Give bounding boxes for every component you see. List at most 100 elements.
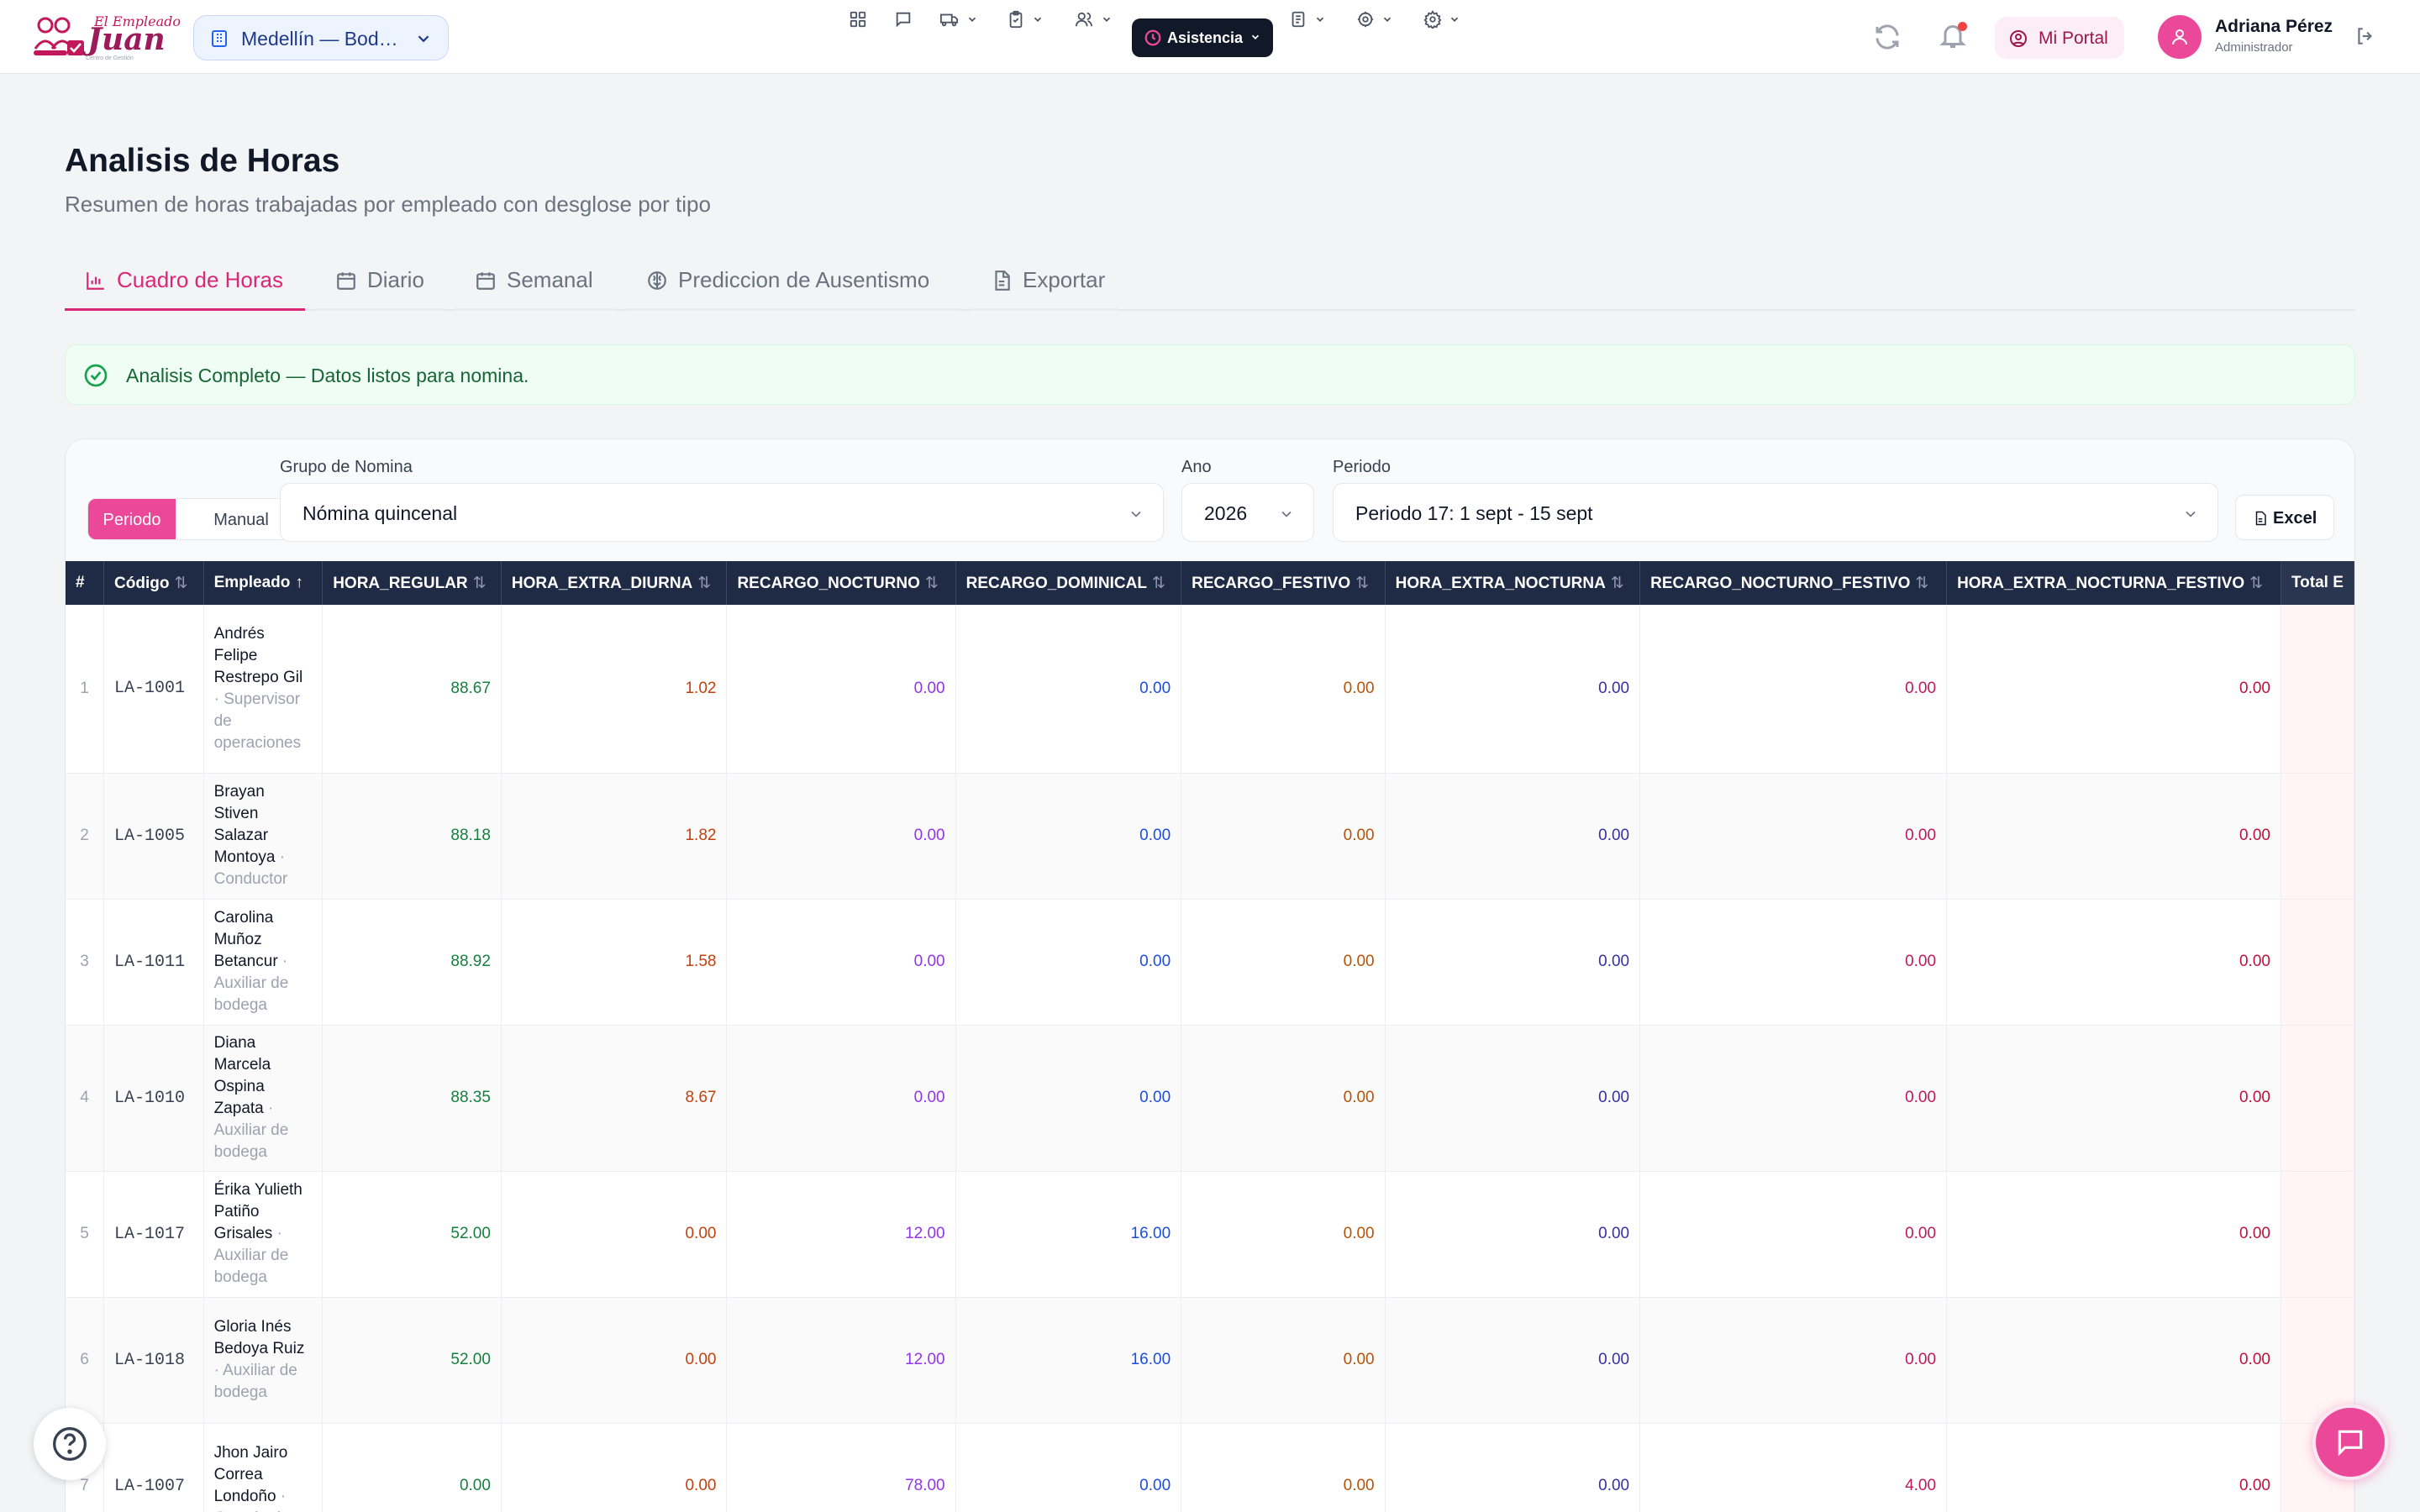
tab-diario[interactable]: Diario xyxy=(315,252,445,311)
column-header[interactable]: Total E xyxy=(2281,561,2354,605)
nav-tools-button[interactable] xyxy=(1356,0,1398,39)
tab-prediccion-ausentismo[interactable]: Prediccion de Ausentismo xyxy=(626,252,960,311)
sort-icon: ⇅ xyxy=(1151,574,1165,592)
branch-selector[interactable]: Medellín — Bod… xyxy=(193,15,449,60)
total-cell xyxy=(2281,773,2354,900)
hours-value: 0.00 xyxy=(1639,1171,1948,1298)
hours-value: 52.00 xyxy=(322,1297,502,1424)
nav-tasks-button[interactable] xyxy=(1007,0,1049,39)
hours-value: 0.00 xyxy=(1385,1025,1641,1172)
hours-value: 88.35 xyxy=(322,1025,502,1172)
column-header-label: HORA_EXTRA_NOCTURNA xyxy=(1395,574,1606,592)
user-icon xyxy=(2172,29,2187,45)
page-subtitle: Resumen de horas trabajadas por empleado… xyxy=(65,192,711,217)
year-select[interactable]: 2026 xyxy=(1181,483,1314,542)
refresh-icon[interactable] xyxy=(1872,22,1902,52)
row-index: 1 xyxy=(66,605,105,774)
chevron-down-icon xyxy=(1450,17,1459,22)
table-row[interactable]: 3 LA-1011 Carolina Muñoz Betancur · Auxili… xyxy=(66,899,2354,1026)
hours-value: 0.00 xyxy=(1181,899,1386,1026)
sort-icon: ⇅ xyxy=(174,574,188,592)
table-row[interactable]: 4 LA-1010 Diana Marcela Ospina Zapata · Au… xyxy=(66,1025,2354,1172)
avatar[interactable] xyxy=(2158,15,2202,59)
column-header[interactable]: RECARGO_DOMINICAL ⇅ xyxy=(955,561,1182,605)
column-header[interactable]: HORA_REGULAR ⇅ xyxy=(322,561,502,605)
employee-role: Auxiliar de bodega xyxy=(213,1121,289,1161)
hours-value: 78.00 xyxy=(726,1423,956,1512)
my-portal-button[interactable]: Mi Portal xyxy=(1995,17,2124,59)
hours-value: 0.00 xyxy=(1946,605,2281,774)
tab-semanal[interactable]: Semanal xyxy=(455,252,616,311)
mode-periodo-button[interactable]: Periodo xyxy=(88,499,176,539)
settings-alt-icon xyxy=(1357,11,1374,28)
app-logo[interactable]: El Empleado Juan Centro de Gestión xyxy=(34,10,181,66)
total-cell xyxy=(2281,1025,2354,1172)
chat-icon xyxy=(2338,1430,2363,1457)
chat-button[interactable] xyxy=(2312,1404,2388,1480)
top-navigation-bar: El Empleado Juan Centro de Gestión Medel… xyxy=(0,0,2420,74)
nav-messages-button[interactable] xyxy=(894,0,916,39)
period-select[interactable]: Periodo 17: 1 sept - 15 sept xyxy=(1333,483,2218,542)
column-header[interactable]: HORA_EXTRA_NOCTURNA ⇅ xyxy=(1385,561,1641,605)
users-icon xyxy=(1075,12,1093,27)
hours-value: 0.00 xyxy=(1385,1297,1641,1424)
clipboard-icon xyxy=(1009,10,1023,29)
bar-chart-icon xyxy=(87,272,104,290)
payroll-group-select[interactable]: Nómina quincenal xyxy=(280,483,1164,542)
tab-exportar[interactable]: Exportar xyxy=(971,252,1118,311)
hours-value: 0.00 xyxy=(1639,899,1948,1026)
column-header[interactable]: RECARGO_NOCTURNO ⇅ xyxy=(726,561,956,605)
nav-attendance-button[interactable]: Asistencia xyxy=(1132,18,1273,57)
table-row[interactable]: 1 LA-1001 Andrés Felipe Restrepo Gil · Sup… xyxy=(66,605,2354,774)
hours-value: 0.00 xyxy=(1946,1025,2281,1172)
gear-icon xyxy=(1423,10,1442,29)
table-row[interactable]: 6 LA-1018 Gloria Inés Bedoya Ruiz · Auxili… xyxy=(66,1297,2354,1424)
hours-value: 0.00 xyxy=(1181,1171,1386,1298)
column-header[interactable]: Código ⇅ xyxy=(103,561,204,605)
hours-value: 0.00 xyxy=(1385,899,1641,1026)
hours-value: 0.00 xyxy=(955,1423,1182,1512)
column-header[interactable]: RECARGO_FESTIVO ⇅ xyxy=(1181,561,1386,605)
calendar-icon xyxy=(476,272,495,290)
sort-ascending-icon: ↑ xyxy=(295,574,303,591)
logout-icon[interactable] xyxy=(2354,25,2376,47)
notification-dot xyxy=(1958,22,1967,31)
help-button[interactable] xyxy=(34,1408,106,1480)
tab-label: Cuadro de Horas xyxy=(117,267,283,292)
employee-role: Auxiliar de bodega xyxy=(213,1362,297,1401)
nav-dashboard-button[interactable] xyxy=(849,0,871,39)
sort-icon: ⇅ xyxy=(2249,574,2264,592)
nav-transport-button[interactable] xyxy=(939,0,981,39)
nav-settings-button[interactable] xyxy=(1423,0,1465,39)
row-index: 6 xyxy=(66,1297,105,1424)
chevron-down-icon xyxy=(1281,511,1292,517)
column-header[interactable]: RECARGO_NOCTURNO_FESTIVO ⇅ xyxy=(1639,561,1948,605)
hours-value: 0.00 xyxy=(955,1025,1182,1172)
chevron-down-icon xyxy=(1102,17,1111,22)
employee-cell: Diana Marcela Ospina Zapata · Auxiliar d… xyxy=(203,1025,324,1172)
truck-icon xyxy=(940,13,959,27)
column-header[interactable]: HORA_EXTRA_NOCTURNA_FESTIVO ⇅ xyxy=(1946,561,2281,605)
sort-icon: ⇅ xyxy=(1355,574,1370,592)
file-icon xyxy=(2255,511,2266,526)
tab-cuadro-de-horas[interactable]: Cuadro de Horas xyxy=(65,252,305,311)
hours-value: 0.00 xyxy=(726,773,956,900)
export-excel-button[interactable]: Excel xyxy=(2235,495,2334,540)
chevron-down-icon xyxy=(1383,17,1392,22)
hours-value: 0.00 xyxy=(1385,773,1641,900)
hours-value: 0.00 xyxy=(501,1297,728,1424)
hours-table: # Código ⇅ Empleado ↑ HORA_REGULAR ⇅ HORA_EXTRA… xyxy=(66,561,2354,1512)
chevron-down-icon xyxy=(1131,511,1141,517)
notifications-button[interactable] xyxy=(1938,20,1971,54)
user-name: Adriana Pérez xyxy=(2215,17,2333,36)
employee-cell: Érika Yulieth Patiño Grisales · Auxiliar… xyxy=(203,1171,324,1298)
table-row[interactable]: 5 LA-1017 Érika Yulieth Patiño Grisales · … xyxy=(66,1171,2354,1298)
table-row[interactable]: 7LA-1007Jhon Jairo Correa Londoño · Guar… xyxy=(66,1423,2354,1512)
nav-documents-button[interactable] xyxy=(1289,0,1331,39)
column-header[interactable]: Empleado ↑ xyxy=(203,561,324,605)
nav-people-button[interactable] xyxy=(1074,0,1116,39)
column-header[interactable]: HORA_EXTRA_DIURNA ⇅ xyxy=(501,561,728,605)
table-row[interactable]: 2 LA-1005 Brayan Stiven Salazar Montoya · … xyxy=(66,773,2354,900)
logo-people-icon xyxy=(34,17,84,55)
tab-label: Exportar xyxy=(1023,267,1106,292)
